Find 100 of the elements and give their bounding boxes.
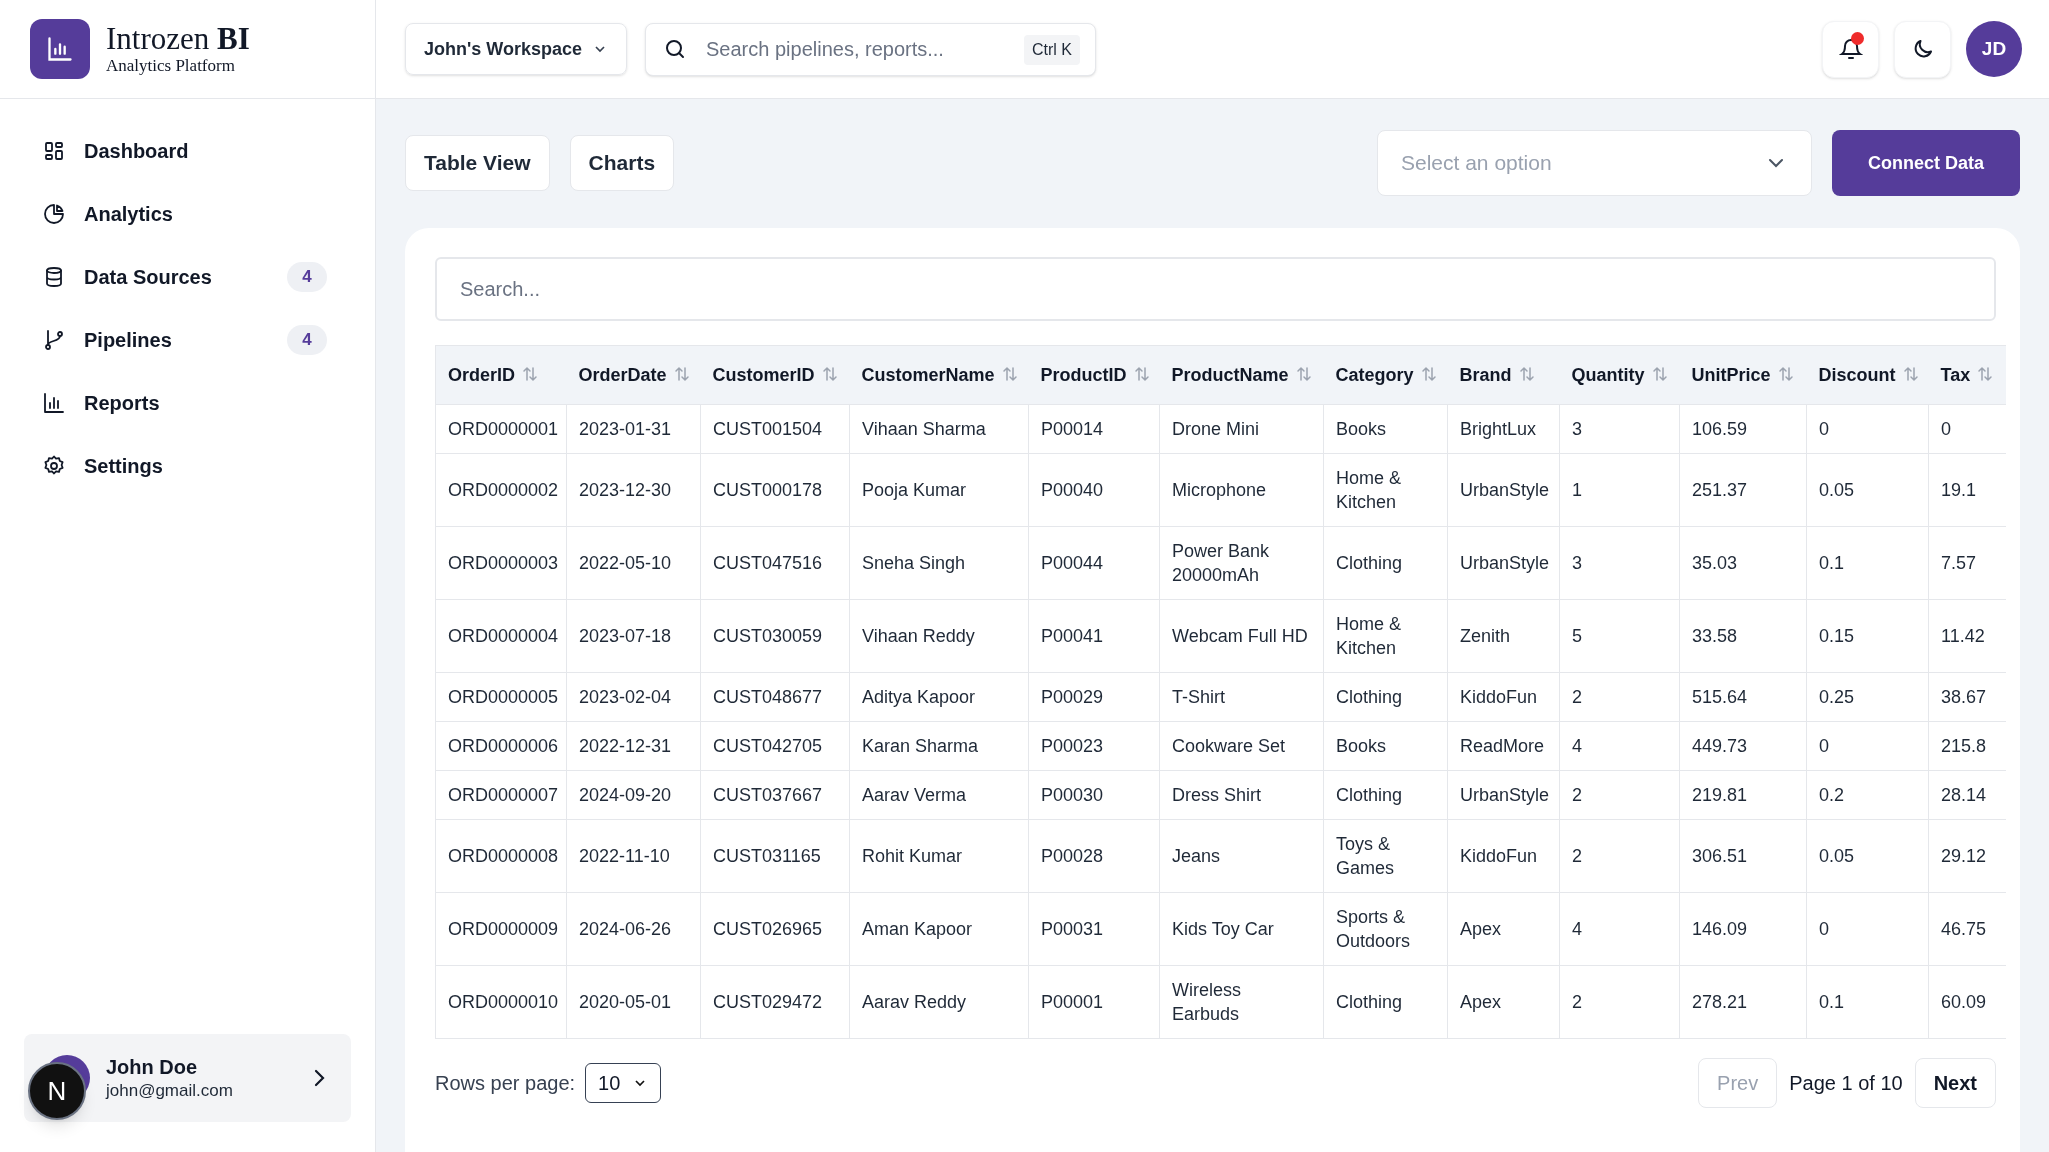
table-cell: 306.51 [1679, 819, 1807, 893]
nav-item[interactable]: Pipelines 4 [30, 308, 345, 371]
column-header[interactable]: Quantity [1559, 345, 1680, 405]
rows-per-page-select[interactable]: 10 [585, 1063, 662, 1103]
theme-toggle-button[interactable] [1894, 20, 1951, 78]
sort-icon [820, 364, 839, 383]
table-cell: 33.58 [1679, 599, 1807, 673]
table-cell: CUST026965 [700, 892, 850, 966]
table-cell: P00030 [1028, 770, 1160, 820]
count-badge: 4 [287, 261, 327, 292]
table-cell: 2 [1559, 672, 1680, 722]
table-cell: Rohit Kumar [849, 819, 1029, 893]
sort-icon [1517, 364, 1536, 383]
brand-tagline: Analytics Platform [106, 56, 236, 76]
table-search-field[interactable]: Search... [435, 257, 1996, 321]
nav-item[interactable]: Analytics [30, 182, 345, 245]
table-cell: CUST037667 [700, 770, 850, 820]
sort-icon [1776, 364, 1795, 383]
column-header[interactable]: ProductName [1159, 345, 1324, 405]
table-cell: Vihaan Reddy [849, 599, 1029, 673]
table-cell: Jeans [1159, 819, 1324, 893]
table-cell: 4 [1559, 892, 1680, 966]
table-cell: Home & Kitchen [1323, 453, 1448, 527]
column-header[interactable]: OrderID [435, 345, 567, 405]
table-cell: P00023 [1028, 721, 1160, 771]
rows-per-page-label: Rows per page: [435, 1071, 576, 1096]
column-header[interactable]: CustomerID [700, 345, 850, 405]
table-cell: Power Bank 20000mAh [1159, 526, 1324, 600]
shortcut-hint: Ctrl K [1024, 34, 1080, 65]
nav-item[interactable]: Dashboard [30, 119, 345, 182]
next-button[interactable]: Next [1914, 1058, 1996, 1108]
table-cell: ORD0000010 [435, 965, 567, 1039]
table-cell: 0.05 [1806, 453, 1929, 527]
table-cell: 2023-12-30 [566, 453, 701, 527]
table-cell: 2022-12-31 [566, 721, 701, 771]
table-cell: 0 [1806, 721, 1929, 771]
nav-item[interactable]: Reports [30, 371, 345, 434]
table-cell: P00041 [1028, 599, 1160, 673]
table-cell: Vihaan Sharma [849, 404, 1029, 454]
table-cell: 251.37 [1679, 453, 1807, 527]
table-cell: CUST042705 [700, 721, 850, 771]
table-cell: 106.59 [1679, 404, 1807, 454]
table-cell: 2024-09-20 [566, 770, 701, 820]
column-header[interactable]: ProductID [1028, 345, 1160, 405]
page-indicator: Page 1 of 10 [1789, 1071, 1903, 1096]
notifications-button[interactable] [1822, 20, 1879, 78]
table-cell: 0.25 [1806, 672, 1929, 722]
table-cell: 2 [1559, 819, 1680, 893]
pie-chart-icon [42, 201, 66, 226]
nav-item[interactable]: Settings [30, 434, 345, 497]
table-cell: Pooja Kumar [849, 453, 1029, 527]
bell-icon [1838, 37, 1863, 61]
logo-icon [30, 19, 90, 79]
table-cell: 2023-07-18 [566, 599, 701, 673]
sort-icon [1976, 364, 1995, 383]
user-avatar[interactable]: JD [1966, 21, 2022, 77]
table-cell: Dress Shirt [1159, 770, 1324, 820]
view-button[interactable]: Table View [405, 135, 550, 191]
table-cell: CUST047516 [700, 526, 850, 600]
table-cell: T-Shirt [1159, 672, 1324, 722]
column-header[interactable]: UnitPrice [1679, 345, 1807, 405]
column-header[interactable]: Discount [1806, 345, 1929, 405]
dev-tools-badge[interactable]: N [28, 1062, 86, 1120]
table-cell: CUST029472 [700, 965, 850, 1039]
connect-data-button[interactable]: Connect Data [1832, 130, 2020, 196]
table-cell: ORD0000005 [435, 672, 567, 722]
workspace-dropdown[interactable]: John's Workspace [405, 23, 627, 75]
table-cell: Home & Kitchen [1323, 599, 1448, 673]
column-header[interactable]: Tax [1928, 345, 2006, 405]
sort-icon [1901, 364, 1920, 383]
bar-chart-icon [42, 390, 66, 415]
table-cell: 2023-01-31 [566, 404, 701, 454]
table-cell: 4 [1559, 721, 1680, 771]
table-cell: Aditya Kapoor [849, 672, 1029, 722]
table-cell: Drone Mini [1159, 404, 1324, 454]
column-header[interactable]: Category [1323, 345, 1448, 405]
table-cell: ORD0000007 [435, 770, 567, 820]
table-cell: Karan Sharma [849, 721, 1029, 771]
table-cell: KiddoFun [1447, 819, 1560, 893]
table-cell: 146.09 [1679, 892, 1807, 966]
table-cell: 3 [1559, 526, 1680, 600]
brand-name: Introzen BI [106, 22, 250, 56]
table-cell: 3 [1559, 404, 1680, 454]
column-header[interactable]: OrderDate [566, 345, 701, 405]
table-cell: Toys & Games [1323, 819, 1448, 893]
table-cell: Apex [1447, 892, 1560, 966]
sort-icon [1650, 364, 1669, 383]
table-cell: P00040 [1028, 453, 1160, 527]
table-cell: CUST048677 [700, 672, 850, 722]
table-cell: Microphone [1159, 453, 1324, 527]
table-cell: UrbanStyle [1447, 453, 1560, 527]
table-cell: Aman Kapoor [849, 892, 1029, 966]
table-cell: UrbanStyle [1447, 526, 1560, 600]
view-button[interactable]: Charts [569, 135, 675, 191]
nav-item[interactable]: Data Sources 4 [30, 245, 345, 308]
column-header[interactable]: Brand [1447, 345, 1560, 405]
table-cell: 0.05 [1806, 819, 1929, 893]
table-cell: 2022-05-10 [566, 526, 701, 600]
column-header[interactable]: CustomerName [849, 345, 1029, 405]
sort-icon [521, 364, 540, 383]
